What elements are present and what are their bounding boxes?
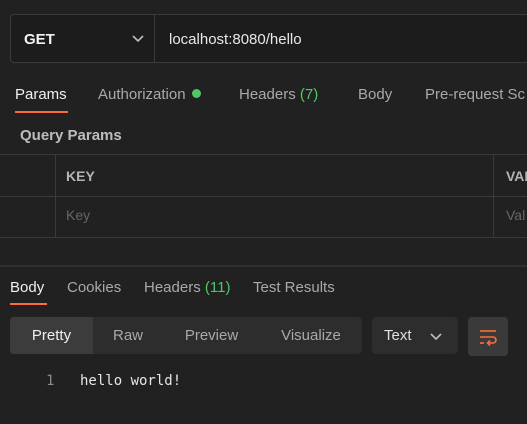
response-tab-headers-label: Headers [144,279,201,296]
value-input[interactable]: Val [506,207,525,223]
tab-headers[interactable]: Headers (7) [239,86,318,103]
column-header-key: KEY [66,168,95,184]
view-mode-preview[interactable]: Preview [163,317,260,354]
table-top-border [0,154,527,155]
method-select[interactable]: GET [11,15,155,62]
table-bottom-border [0,237,527,238]
table-column-divider [493,154,494,237]
tab-authorization[interactable]: Authorization [98,86,201,103]
tab-params[interactable]: Params [15,86,67,103]
tab-pre-request-script[interactable]: Pre-request Sc [425,86,525,103]
tab-body[interactable]: Body [358,86,392,103]
response-tab-cookies[interactable]: Cookies [67,279,121,296]
wrap-lines-icon [480,330,497,347]
line-number: 1 [46,373,55,389]
view-mode-group: Pretty Raw Preview Visualize [10,317,362,354]
key-input[interactable]: Key [66,207,90,223]
chevron-down-icon [132,35,144,43]
tab-headers-label: Headers [239,86,296,103]
response-tab-headers-count: (11) [204,279,231,296]
view-mode-pretty[interactable]: Pretty [10,317,93,354]
tab-authorization-label: Authorization [98,86,186,103]
pane-divider[interactable] [0,265,527,267]
format-select-value: Text [384,327,412,344]
request-bar: GET localhost:8080/hello [10,14,527,63]
active-tab-underline [10,303,47,305]
table-column-divider [55,154,56,237]
view-mode-visualize[interactable]: Visualize [260,317,362,354]
column-header-value: VAL [506,168,527,184]
format-select[interactable]: Text [372,317,458,354]
response-body-text: hello world! [80,373,182,389]
url-input[interactable]: localhost:8080/hello [169,31,302,48]
method-label: GET [24,31,55,48]
table-header-border [0,196,527,197]
response-tab-test-results[interactable]: Test Results [253,279,335,296]
view-mode-raw[interactable]: Raw [93,317,163,354]
tab-headers-count: (7) [299,86,319,103]
query-params-title: Query Params [20,127,122,144]
response-tab-body[interactable]: Body [10,279,44,296]
wrap-lines-button[interactable] [468,317,508,356]
active-tab-underline [15,111,68,113]
chevron-down-icon [430,333,442,341]
response-tab-headers[interactable]: Headers (11) [144,279,230,296]
status-dot-icon [191,89,201,98]
